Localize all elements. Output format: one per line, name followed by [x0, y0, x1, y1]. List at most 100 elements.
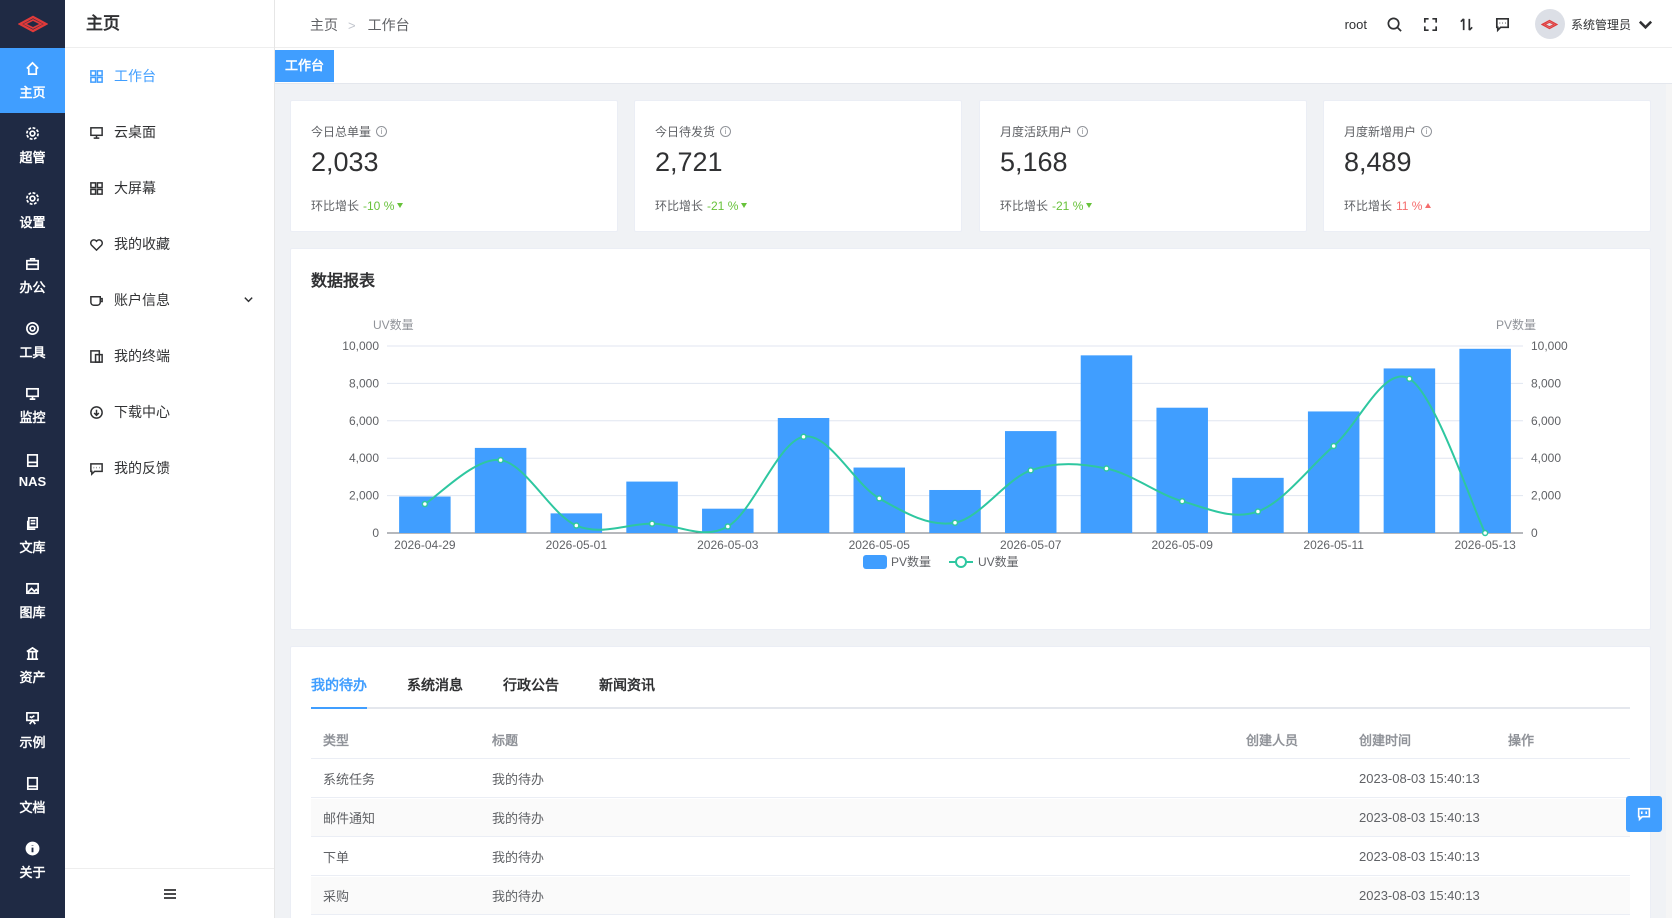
cell-time: 2023-08-03 15:40:13	[1359, 888, 1480, 903]
y-tick-label-right: 6,000	[1531, 414, 1561, 428]
cell-title: 我的待办	[492, 811, 545, 826]
chevron-down-icon[interactable]	[1637, 16, 1654, 33]
rail-item-admin[interactable]: 超管	[0, 113, 65, 178]
tab-news[interactable]: 新闻资讯	[599, 673, 655, 709]
cell-title: 我的待办	[492, 850, 545, 865]
fullscreen-button[interactable]	[1413, 0, 1449, 48]
rail-item-home[interactable]: 主页	[0, 48, 65, 113]
submenu-item-account[interactable]: 账户信息	[65, 272, 274, 328]
download-icon	[90, 405, 103, 419]
user-role[interactable]: 系统管理员	[1571, 16, 1631, 33]
fullscreen-icon	[1424, 17, 1438, 31]
rail-item-office[interactable]: 办公	[0, 243, 65, 308]
uv-point	[1254, 508, 1262, 515]
y-tick-label-right: 2,000	[1531, 489, 1561, 503]
table-row[interactable]: 邮件通知 我的待办 2023-08-03 15:40:13	[311, 799, 1630, 837]
tasks-card: 我的待办 系统消息 行政公告 新闻资讯 类型 标题 创建人员 创建时间 操作 系…	[290, 646, 1651, 918]
submenu-item-downloads[interactable]: 下载中心	[65, 384, 274, 440]
chevron-down-icon[interactable]	[243, 294, 254, 305]
stat-label: 今日待发货	[655, 125, 716, 139]
column-header-creator: 创建人员	[1246, 733, 1299, 748]
rail-item-settings[interactable]: 设置	[0, 178, 65, 243]
search-button[interactable]	[1377, 0, 1413, 48]
stat-trend: 环比增长 -10 %	[311, 197, 404, 214]
devices-icon	[90, 349, 103, 363]
easel-icon	[25, 711, 41, 727]
info-icon[interactable]: i	[720, 126, 732, 137]
breadcrumb-home[interactable]: 主页	[310, 15, 338, 35]
pv-bar	[929, 489, 981, 533]
x-tick-label: 2026-05-11	[1303, 538, 1364, 552]
table-row[interactable]: 采购 我的待办 2023-08-03 15:40:13	[311, 877, 1630, 915]
monitor-icon	[90, 126, 103, 139]
app-logo[interactable]	[0, 0, 65, 48]
submenu-item-big-screen[interactable]: 大屏幕	[65, 160, 274, 216]
submenu-item-feedback[interactable]: 我的反馈	[65, 440, 274, 496]
submenu-item-favorites[interactable]: 我的收藏	[65, 216, 274, 272]
avatar[interactable]	[1534, 9, 1565, 39]
info-icon[interactable]: i	[376, 126, 388, 137]
messages-button[interactable]	[1485, 0, 1521, 48]
rail-item-gallery[interactable]: 图库	[0, 568, 65, 633]
y-tick-label-right: 10,000	[1531, 339, 1568, 353]
submenu-item-terminals[interactable]: 我的终端	[65, 328, 274, 384]
image-icon	[25, 581, 41, 597]
table-row[interactable]: 下单 我的待办 2023-08-03 15:40:13	[311, 838, 1630, 876]
legend-label-pv: PV数量	[891, 554, 931, 569]
submenu-item-workbench[interactable]: 工作台	[65, 48, 274, 104]
caret-down-icon	[741, 203, 748, 208]
tab-my-todo[interactable]: 我的待办	[311, 673, 367, 709]
submenu-title: 主页	[65, 0, 274, 48]
bank-icon	[25, 646, 41, 662]
rail-item-label: 资产	[19, 669, 46, 685]
caret-down-icon	[397, 203, 404, 208]
uv-point	[573, 522, 580, 529]
rail-item-assets[interactable]: 资产	[0, 633, 65, 698]
uv-point	[497, 456, 504, 464]
uv-point	[421, 500, 429, 508]
stat-card-monthly-new: 月度新增用户 i 8,489 环比增长 11 %	[1323, 100, 1651, 232]
stat-value: 5,168	[1000, 147, 1068, 177]
rail-item-label: 关于	[19, 864, 46, 880]
pv-bar	[1232, 477, 1284, 533]
rail-item-label: 文档	[19, 799, 46, 815]
table-row[interactable]: 系统任务 我的待办 2023-08-03 15:40:13	[311, 760, 1630, 798]
info-icon[interactable]: i	[1421, 126, 1433, 137]
username: root	[1344, 16, 1367, 32]
floating-chat-button[interactable]	[1626, 796, 1662, 832]
y-tick-label-left: 2,000	[349, 489, 379, 503]
home-icon	[25, 61, 41, 77]
rail-item-tools[interactable]: 工具	[0, 308, 65, 373]
collapse-menu-button[interactable]	[65, 868, 274, 918]
uv-point	[876, 495, 883, 502]
logo-icon	[17, 15, 48, 33]
gear-icon	[25, 191, 41, 207]
pv-bar	[1459, 348, 1511, 533]
task-tabs: 我的待办 系统消息 行政公告 新闻资讯	[311, 673, 1630, 709]
tab-admin-notices[interactable]: 行政公告	[503, 673, 559, 709]
submenu-item-label: 大屏幕	[114, 180, 156, 196]
rail-item-label: NAS	[18, 473, 47, 489]
documents-icon	[25, 516, 41, 532]
rail-item-label: 工具	[19, 344, 46, 360]
rail-item-library[interactable]: 文库	[0, 503, 65, 568]
breadcrumb: 主页 > 工作台	[310, 15, 410, 35]
rail-item-nas[interactable]: NAS	[0, 438, 65, 503]
rail-item-about[interactable]: 关于	[0, 828, 65, 893]
stat-label: 今日总单量	[311, 125, 372, 139]
rail-item-monitor[interactable]: 监控	[0, 373, 65, 438]
pv-bar	[1156, 407, 1208, 533]
switch-button[interactable]	[1449, 0, 1485, 48]
uv-point	[1103, 465, 1110, 472]
info-icon[interactable]: i	[1077, 126, 1089, 137]
rail-item-label: 图库	[19, 604, 46, 620]
top-header: 主页 > 工作台 root 系统管理员	[275, 0, 1672, 48]
tag-workbench[interactable]: 工作台	[275, 50, 335, 82]
submenu-item-cloud-desktop[interactable]: 云桌面	[65, 104, 274, 160]
tab-system-messages[interactable]: 系统消息	[407, 673, 463, 709]
page-scrollbar[interactable]	[1666, 84, 1672, 918]
cell-time: 2023-08-03 15:40:13	[1359, 810, 1480, 825]
rail-item-docs[interactable]: 文档	[0, 763, 65, 828]
rail-item-examples[interactable]: 示例	[0, 698, 65, 763]
caret-down-icon	[1086, 203, 1093, 208]
